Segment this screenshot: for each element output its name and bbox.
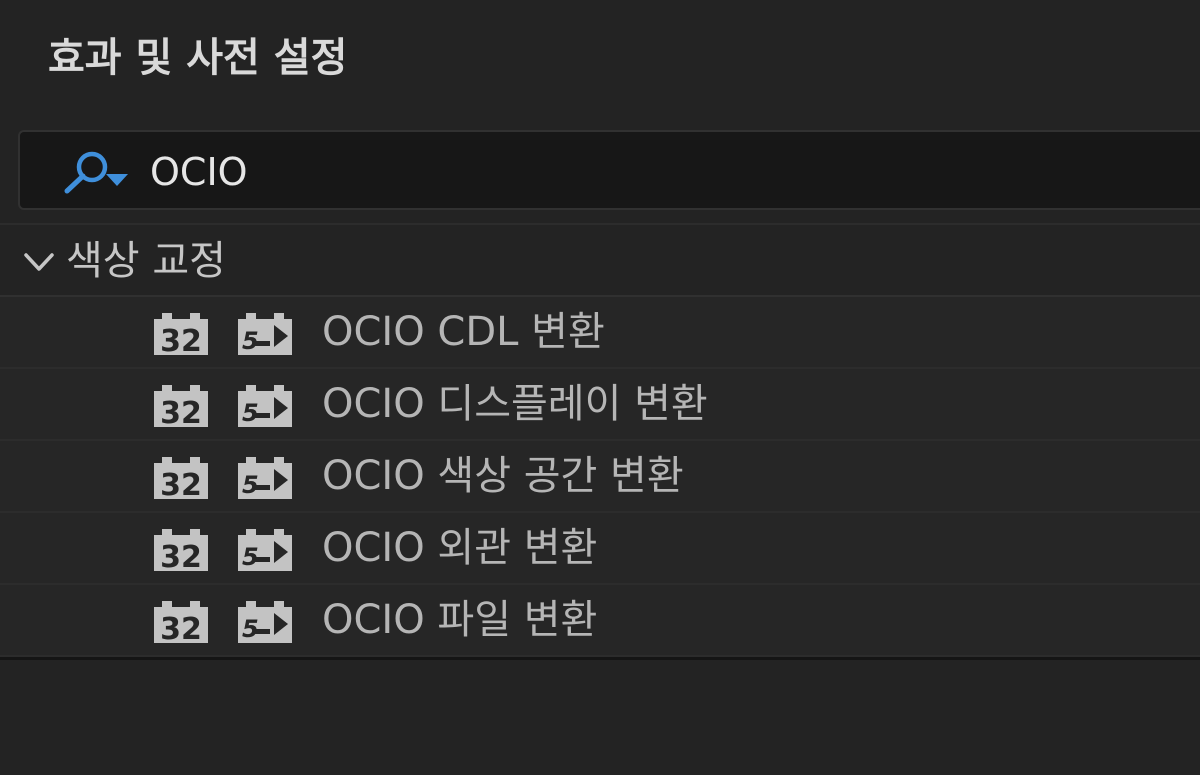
effect-label: OCIO 색상 공간 변환	[322, 453, 684, 499]
search-box[interactable]	[18, 130, 1200, 210]
svg-text:32: 32	[160, 612, 202, 645]
svg-text:32: 32	[160, 324, 202, 357]
effect-label: OCIO 디스플레이 변환	[322, 381, 708, 427]
effect-label: OCIO CDL 변환	[322, 309, 605, 355]
chevron-down-icon[interactable]	[22, 247, 56, 277]
gpu-accelerated-badge-icon: 5	[238, 601, 292, 643]
32-bit-badge-icon: 32	[154, 313, 208, 357]
list-item[interactable]: 32 5 OCIO 파일 변환	[0, 585, 1200, 657]
effects-list: 색상 교정 32 5 OCIO CDL 변환 32 5 OCIO 디스플레이 변…	[0, 223, 1200, 660]
effect-label: OCIO 외관 변환	[322, 525, 598, 571]
panel-title: 효과 및 사전 설정	[48, 35, 348, 81]
gpu-accelerated-badge-icon: 5	[238, 529, 292, 571]
32-bit-badge-icon: 32	[154, 385, 208, 429]
gpu-accelerated-badge-icon: 5	[238, 385, 292, 427]
svg-text:32: 32	[160, 468, 202, 501]
32-bit-badge-icon: 32	[154, 601, 208, 645]
list-divider	[0, 657, 1200, 660]
search-icon[interactable]	[48, 146, 138, 198]
gpu-accelerated-badge-icon: 5	[238, 457, 292, 499]
gpu-accelerated-badge-icon: 5	[238, 313, 292, 355]
effects-presets-panel: 효과 및 사전 설정 색상 교정 32 5	[0, 0, 1200, 775]
32-bit-badge-icon: 32	[154, 457, 208, 501]
svg-text:32: 32	[160, 540, 202, 573]
search-input[interactable]	[150, 146, 1050, 198]
list-item[interactable]: 32 5 OCIO 외관 변환	[0, 513, 1200, 585]
list-item[interactable]: 32 5 OCIO 디스플레이 변환	[0, 369, 1200, 441]
effect-label: OCIO 파일 변환	[322, 597, 598, 643]
list-item[interactable]: 32 5 OCIO CDL 변환	[0, 297, 1200, 369]
list-item[interactable]: 32 5 OCIO 색상 공간 변환	[0, 441, 1200, 513]
category-color-correction[interactable]: 색상 교정	[0, 223, 1200, 297]
svg-text:32: 32	[160, 396, 202, 429]
category-label: 색상 교정	[66, 238, 226, 284]
32-bit-badge-icon: 32	[154, 529, 208, 573]
